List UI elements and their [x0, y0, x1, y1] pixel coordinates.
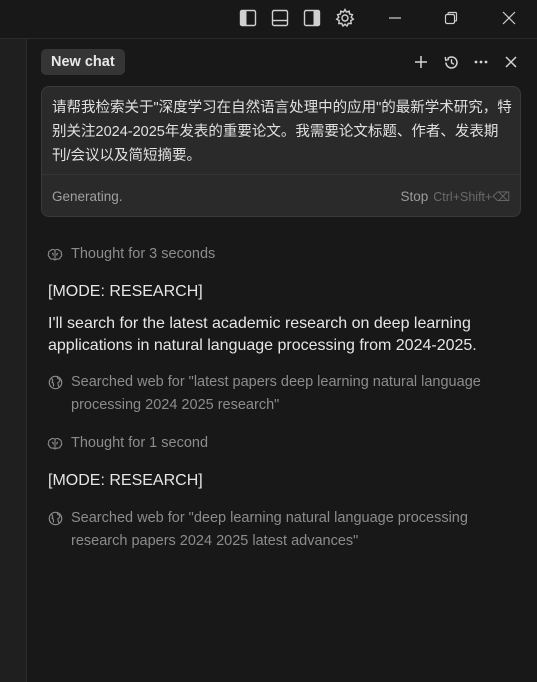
chat-input-text[interactable]: 请帮我检索关于"深度学习在自然语言处理中的应用"的最新学术研究，特别关注2024…	[52, 96, 512, 168]
stop-button[interactable]: Stop Ctrl+Shift+⌫	[400, 189, 510, 204]
stop-shortcut: Ctrl+Shift+⌫	[433, 190, 510, 204]
mode-label: [MODE: RESEARCH]	[48, 283, 203, 300]
toggle-left-sidebar-icon[interactable]	[237, 7, 259, 29]
toggle-right-sidebar-icon[interactable]	[301, 7, 323, 29]
restore-icon[interactable]	[436, 5, 466, 31]
minimize-icon[interactable]	[380, 5, 410, 31]
close-icon[interactable]	[494, 5, 524, 31]
search-result-row[interactable]: Searched web for "latest papers deep lea…	[47, 371, 501, 417]
search-result-row[interactable]: Searched web for "deep learning natural …	[47, 507, 501, 553]
search-text: Searched web for "latest papers deep lea…	[71, 374, 481, 413]
assistant-reply: I'll search for the latest academic rese…	[48, 315, 477, 354]
mode-label: [MODE: RESEARCH]	[48, 472, 203, 489]
chat-input-box[interactable]: 请帮我检索关于"深度学习在自然语言处理中的应用"的最新学术研究，特别关注2024…	[41, 86, 521, 217]
settings-icon[interactable]	[334, 7, 356, 29]
stop-label: Stop	[400, 189, 429, 204]
history-icon[interactable]	[440, 51, 462, 73]
globe-icon	[47, 507, 63, 530]
plus-icon[interactable]	[410, 51, 432, 73]
thought-text: Thought for 3 seconds	[71, 246, 216, 262]
chat-tab-new-chat[interactable]: New chat	[41, 49, 125, 75]
thought-text: Thought for 1 second	[71, 435, 209, 451]
search-text: Searched web for "deep learning natural …	[71, 510, 468, 549]
input-divider	[42, 174, 520, 175]
title-bar	[0, 0, 537, 39]
generating-status: Generating.	[52, 189, 123, 204]
more-icon[interactable]	[470, 51, 492, 73]
thought-row[interactable]: Thought for 1 second	[47, 432, 501, 455]
editor-edge	[0, 39, 27, 682]
thought-row[interactable]: Thought for 3 seconds	[47, 243, 501, 266]
brain-icon	[47, 243, 63, 266]
brain-icon	[47, 432, 63, 455]
toggle-bottom-panel-icon[interactable]	[269, 7, 291, 29]
globe-icon	[47, 371, 63, 394]
chat-panel: New chat 请帮我检索关于"深度学习在自然语言处理中的应用"的最新学术研究…	[27, 39, 537, 682]
close-panel-icon[interactable]	[500, 51, 522, 73]
